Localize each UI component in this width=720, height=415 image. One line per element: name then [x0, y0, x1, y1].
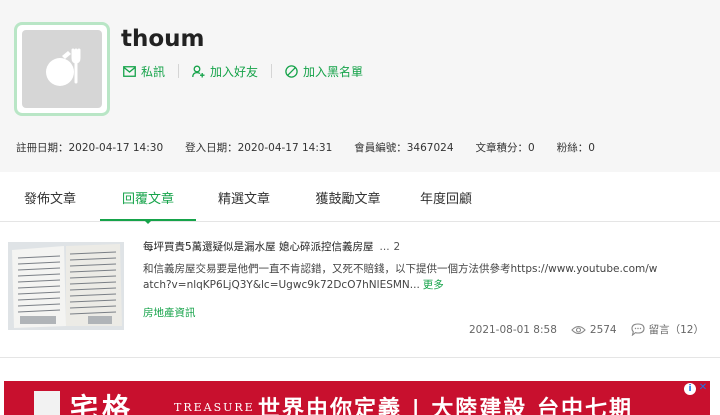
- post-excerpt-text: 和信義房屋交易要是他們一直不肯認錯，又死不賠錢，以下提供一個方法供參考https…: [143, 263, 658, 291]
- view-count: 2574: [571, 324, 617, 336]
- action-divider: [271, 64, 273, 78]
- register-date: 註冊日期2020-04-17 14:30: [16, 140, 163, 155]
- block-user-button-label: 加入黑名單: [303, 64, 364, 79]
- ad-close-icon[interactable]: ✕: [698, 383, 708, 393]
- post-reply-count: 2: [393, 241, 401, 253]
- tab-published-posts[interactable]: 發佈文章: [0, 180, 100, 221]
- comment-count[interactable]: 留言（12）: [631, 322, 704, 337]
- follower-count: 粉絲0: [557, 140, 595, 155]
- ad-logo: 宅格: [70, 392, 135, 415]
- post-title[interactable]: 每坪買貴5萬還疑似是漏水屋 媳心碎派控信義房屋... 2: [143, 239, 400, 254]
- view-count-value: 2574: [589, 323, 617, 336]
- profile-header: thoum 私訊 加入好友 加入黑名單 註冊日期 ： 2020-04-17 14…: [0, 0, 720, 172]
- ad-info-icon[interactable]: i: [684, 383, 696, 395]
- list-item: 每坪買貴5萬還疑似是漏水屋 媳心碎派控信義房屋... 2 和信義房屋交易要是他們一…: [0, 222, 720, 358]
- newspaper-thumbnail-image: [8, 242, 124, 330]
- add-friend-icon: [192, 65, 205, 77]
- block-user-button[interactable]: 加入黑名單: [285, 63, 363, 80]
- profile-tabs: 發佈文章 回覆文章 精選文章 獲鼓勵文章 年度回顧: [0, 180, 720, 224]
- comment-icon: [631, 323, 645, 336]
- mail-icon: [123, 65, 136, 77]
- comment-count-label: 留言（12）: [648, 324, 704, 336]
- ad-building-graphic: [34, 391, 60, 415]
- block-icon: [285, 64, 298, 78]
- post-title-text: 每坪買貴5萬還疑似是漏水屋 媳心碎派控信義房屋: [143, 241, 374, 253]
- tab-year-review[interactable]: 年度回顧: [404, 180, 488, 221]
- message-button[interactable]: 私訊: [123, 63, 165, 80]
- action-divider: [178, 64, 180, 78]
- default-avatar-icon: [46, 48, 81, 86]
- tab-encouraged-posts[interactable]: 獲鼓勵文章: [292, 180, 404, 221]
- member-info-row: 註冊日期2020-04-17 14:30 登入日期2020-04-17 14:3…: [16, 140, 617, 154]
- more-link[interactable]: 更多: [423, 279, 444, 291]
- avatar[interactable]: [22, 30, 102, 108]
- ad-slogan: 世界由你定義 | 大陸建設 台中七期: [258, 397, 634, 415]
- profile-username: thoum: [121, 26, 205, 52]
- post-date: 2021-08-01 8:58: [468, 323, 557, 336]
- login-date: 登入日期2020-04-17 14:31: [185, 140, 332, 155]
- eye-icon: [571, 325, 586, 334]
- post-excerpt: 和信義房屋交易要是他們一直不肯認錯，又死不賠錢，以下提供一個方法供參考https…: [143, 261, 663, 293]
- post-title-ellipsis: ...: [379, 241, 390, 253]
- post-thumbnail[interactable]: [8, 242, 124, 330]
- post-meta: 2021-08-01 8:58 2574 留言（12）: [455, 322, 704, 337]
- article-score: 文章積分0: [476, 140, 535, 155]
- add-friend-button[interactable]: 加入好友: [192, 63, 258, 80]
- profile-actions: 私訊 加入好友 加入黑名單: [123, 62, 363, 80]
- avatar-frame: [14, 22, 110, 116]
- post-board-link[interactable]: 房地產資訊: [143, 305, 196, 320]
- tab-replied-posts[interactable]: 回覆文章: [100, 180, 196, 224]
- message-button-label: 私訊: [141, 64, 166, 79]
- tab-featured-posts[interactable]: 精選文章: [196, 180, 292, 221]
- advertisement-banner[interactable]: 宅格 TREASURE 世界由你定義 | 大陸建設 台中七期 i ✕: [4, 381, 710, 415]
- ad-brand: TREASURE: [174, 401, 255, 414]
- member-id: 會員編號3467024: [354, 140, 453, 155]
- add-friend-button-label: 加入好友: [210, 64, 259, 79]
